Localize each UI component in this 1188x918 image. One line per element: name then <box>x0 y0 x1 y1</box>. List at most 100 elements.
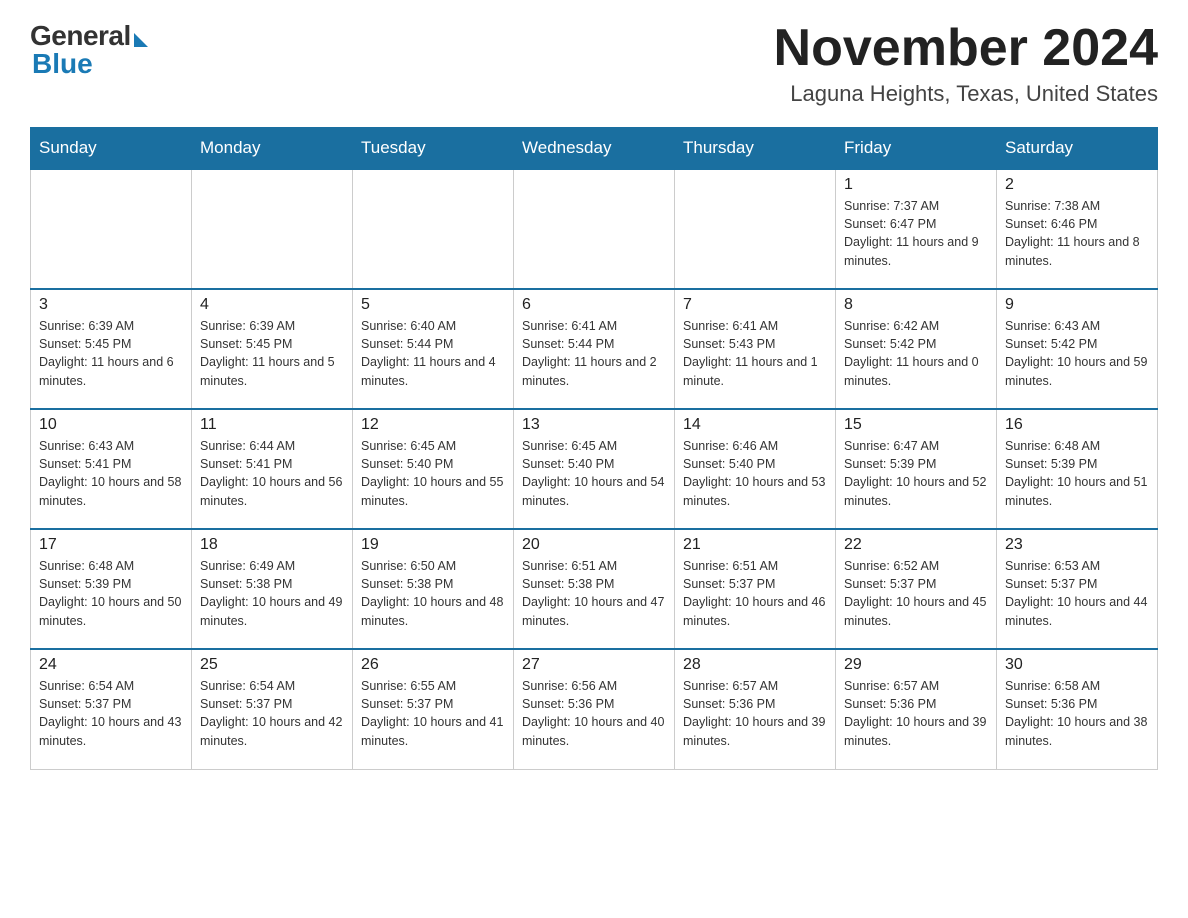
calendar-week-row: 3 Sunrise: 6:39 AM Sunset: 5:45 PM Daylig… <box>31 289 1158 409</box>
day-info: Sunrise: 6:52 AM Sunset: 5:37 PM Dayligh… <box>844 557 988 630</box>
calendar-day-cell: 2 Sunrise: 7:38 AM Sunset: 6:46 PM Daylig… <box>997 169 1158 289</box>
title-block: November 2024 Laguna Heights, Texas, Uni… <box>774 20 1158 107</box>
day-info: Sunrise: 6:51 AM Sunset: 5:37 PM Dayligh… <box>683 557 827 630</box>
calendar-day-cell <box>353 169 514 289</box>
day-number: 29 <box>844 656 988 674</box>
day-number: 1 <box>844 176 988 194</box>
day-number: 25 <box>200 656 344 674</box>
calendar-day-cell: 15 Sunrise: 6:47 AM Sunset: 5:39 PM Dayli… <box>836 409 997 529</box>
day-number: 30 <box>1005 656 1149 674</box>
day-number: 10 <box>39 416 183 434</box>
day-number: 19 <box>361 536 505 554</box>
calendar-day-header: Monday <box>192 128 353 170</box>
calendar-day-cell <box>192 169 353 289</box>
day-info: Sunrise: 6:55 AM Sunset: 5:37 PM Dayligh… <box>361 677 505 750</box>
day-number: 22 <box>844 536 988 554</box>
day-info: Sunrise: 6:39 AM Sunset: 5:45 PM Dayligh… <box>200 317 344 390</box>
calendar-table: SundayMondayTuesdayWednesdayThursdayFrid… <box>30 127 1158 770</box>
logo-arrow-icon <box>134 33 148 47</box>
day-number: 4 <box>200 296 344 314</box>
day-number: 7 <box>683 296 827 314</box>
calendar-day-cell: 7 Sunrise: 6:41 AM Sunset: 5:43 PM Daylig… <box>675 289 836 409</box>
day-number: 20 <box>522 536 666 554</box>
calendar-week-row: 10 Sunrise: 6:43 AM Sunset: 5:41 PM Dayli… <box>31 409 1158 529</box>
location-subtitle: Laguna Heights, Texas, United States <box>774 81 1158 107</box>
calendar-day-cell: 28 Sunrise: 6:57 AM Sunset: 5:36 PM Dayli… <box>675 649 836 769</box>
logo: General Blue <box>30 20 148 80</box>
day-info: Sunrise: 6:41 AM Sunset: 5:44 PM Dayligh… <box>522 317 666 390</box>
day-info: Sunrise: 6:42 AM Sunset: 5:42 PM Dayligh… <box>844 317 988 390</box>
day-info: Sunrise: 6:48 AM Sunset: 5:39 PM Dayligh… <box>1005 437 1149 510</box>
calendar-day-cell: 21 Sunrise: 6:51 AM Sunset: 5:37 PM Dayli… <box>675 529 836 649</box>
day-info: Sunrise: 6:50 AM Sunset: 5:38 PM Dayligh… <box>361 557 505 630</box>
day-number: 23 <box>1005 536 1149 554</box>
calendar-day-cell: 16 Sunrise: 6:48 AM Sunset: 5:39 PM Dayli… <box>997 409 1158 529</box>
day-info: Sunrise: 6:58 AM Sunset: 5:36 PM Dayligh… <box>1005 677 1149 750</box>
day-number: 26 <box>361 656 505 674</box>
calendar-day-cell: 23Sunrise: 6:53 AM Sunset: 5:37 PM Dayli… <box>997 529 1158 649</box>
day-info: Sunrise: 6:48 AM Sunset: 5:39 PM Dayligh… <box>39 557 183 630</box>
day-number: 14 <box>683 416 827 434</box>
calendar-day-cell <box>31 169 192 289</box>
calendar-day-cell: 27Sunrise: 6:56 AM Sunset: 5:36 PM Dayli… <box>514 649 675 769</box>
day-number: 11 <box>200 416 344 434</box>
calendar-day-cell <box>675 169 836 289</box>
day-number: 13 <box>522 416 666 434</box>
day-info: Sunrise: 6:57 AM Sunset: 5:36 PM Dayligh… <box>683 677 827 750</box>
day-number: 3 <box>39 296 183 314</box>
day-number: 24 <box>39 656 183 674</box>
day-number: 18 <box>200 536 344 554</box>
calendar-day-cell <box>514 169 675 289</box>
day-info: Sunrise: 7:37 AM Sunset: 6:47 PM Dayligh… <box>844 197 988 270</box>
calendar-day-cell: 30 Sunrise: 6:58 AM Sunset: 5:36 PM Dayli… <box>997 649 1158 769</box>
day-info: Sunrise: 6:43 AM Sunset: 5:41 PM Dayligh… <box>39 437 183 510</box>
day-info: Sunrise: 6:49 AM Sunset: 5:38 PM Dayligh… <box>200 557 344 630</box>
calendar-day-cell: 19 Sunrise: 6:50 AM Sunset: 5:38 PM Dayli… <box>353 529 514 649</box>
day-info: Sunrise: 6:57 AM Sunset: 5:36 PM Dayligh… <box>844 677 988 750</box>
day-info: Sunrise: 6:46 AM Sunset: 5:40 PM Dayligh… <box>683 437 827 510</box>
calendar-day-cell: 4 Sunrise: 6:39 AM Sunset: 5:45 PM Daylig… <box>192 289 353 409</box>
calendar-header-row: SundayMondayTuesdayWednesdayThursdayFrid… <box>31 128 1158 170</box>
calendar-day-cell: 22 Sunrise: 6:52 AM Sunset: 5:37 PM Dayli… <box>836 529 997 649</box>
day-info: Sunrise: 6:51 AM Sunset: 5:38 PM Dayligh… <box>522 557 666 630</box>
calendar-day-cell: 29 Sunrise: 6:57 AM Sunset: 5:36 PM Dayli… <box>836 649 997 769</box>
day-number: 9 <box>1005 296 1149 314</box>
day-number: 21 <box>683 536 827 554</box>
calendar-day-cell: 13 Sunrise: 6:45 AM Sunset: 5:40 PM Dayli… <box>514 409 675 529</box>
calendar-day-header: Sunday <box>31 128 192 170</box>
calendar-day-cell: 17Sunrise: 6:48 AM Sunset: 5:39 PM Dayli… <box>31 529 192 649</box>
calendar-week-row: 1 Sunrise: 7:37 AM Sunset: 6:47 PM Daylig… <box>31 169 1158 289</box>
day-number: 28 <box>683 656 827 674</box>
calendar-day-cell: 10 Sunrise: 6:43 AM Sunset: 5:41 PM Dayli… <box>31 409 192 529</box>
day-info: Sunrise: 6:47 AM Sunset: 5:39 PM Dayligh… <box>844 437 988 510</box>
calendar-day-header: Tuesday <box>353 128 514 170</box>
calendar-day-cell: 8 Sunrise: 6:42 AM Sunset: 5:42 PM Daylig… <box>836 289 997 409</box>
calendar-day-cell: 12Sunrise: 6:45 AM Sunset: 5:40 PM Dayli… <box>353 409 514 529</box>
day-info: Sunrise: 6:39 AM Sunset: 5:45 PM Dayligh… <box>39 317 183 390</box>
day-number: 16 <box>1005 416 1149 434</box>
day-info: Sunrise: 6:54 AM Sunset: 5:37 PM Dayligh… <box>200 677 344 750</box>
day-info: Sunrise: 6:43 AM Sunset: 5:42 PM Dayligh… <box>1005 317 1149 390</box>
day-number: 8 <box>844 296 988 314</box>
calendar-week-row: 24 Sunrise: 6:54 AM Sunset: 5:37 PM Dayli… <box>31 649 1158 769</box>
calendar-day-cell: 18 Sunrise: 6:49 AM Sunset: 5:38 PM Dayli… <box>192 529 353 649</box>
calendar-day-cell: 9 Sunrise: 6:43 AM Sunset: 5:42 PM Daylig… <box>997 289 1158 409</box>
day-info: Sunrise: 6:41 AM Sunset: 5:43 PM Dayligh… <box>683 317 827 390</box>
page-header: General Blue November 2024 Laguna Height… <box>30 20 1158 107</box>
calendar-day-cell: 25 Sunrise: 6:54 AM Sunset: 5:37 PM Dayli… <box>192 649 353 769</box>
calendar-day-cell: 3 Sunrise: 6:39 AM Sunset: 5:45 PM Daylig… <box>31 289 192 409</box>
day-number: 5 <box>361 296 505 314</box>
calendar-day-cell: 20 Sunrise: 6:51 AM Sunset: 5:38 PM Dayli… <box>514 529 675 649</box>
day-number: 12 <box>361 416 505 434</box>
calendar-day-cell: 6 Sunrise: 6:41 AM Sunset: 5:44 PM Daylig… <box>514 289 675 409</box>
day-info: Sunrise: 6:56 AM Sunset: 5:36 PM Dayligh… <box>522 677 666 750</box>
calendar-day-cell: 11Sunrise: 6:44 AM Sunset: 5:41 PM Dayli… <box>192 409 353 529</box>
calendar-day-cell: 1 Sunrise: 7:37 AM Sunset: 6:47 PM Daylig… <box>836 169 997 289</box>
day-number: 15 <box>844 416 988 434</box>
calendar-day-cell: 5Sunrise: 6:40 AM Sunset: 5:44 PM Daylig… <box>353 289 514 409</box>
day-info: Sunrise: 6:45 AM Sunset: 5:40 PM Dayligh… <box>522 437 666 510</box>
day-number: 6 <box>522 296 666 314</box>
day-info: Sunrise: 7:38 AM Sunset: 6:46 PM Dayligh… <box>1005 197 1149 270</box>
calendar-week-row: 17Sunrise: 6:48 AM Sunset: 5:39 PM Dayli… <box>31 529 1158 649</box>
day-number: 2 <box>1005 176 1149 194</box>
